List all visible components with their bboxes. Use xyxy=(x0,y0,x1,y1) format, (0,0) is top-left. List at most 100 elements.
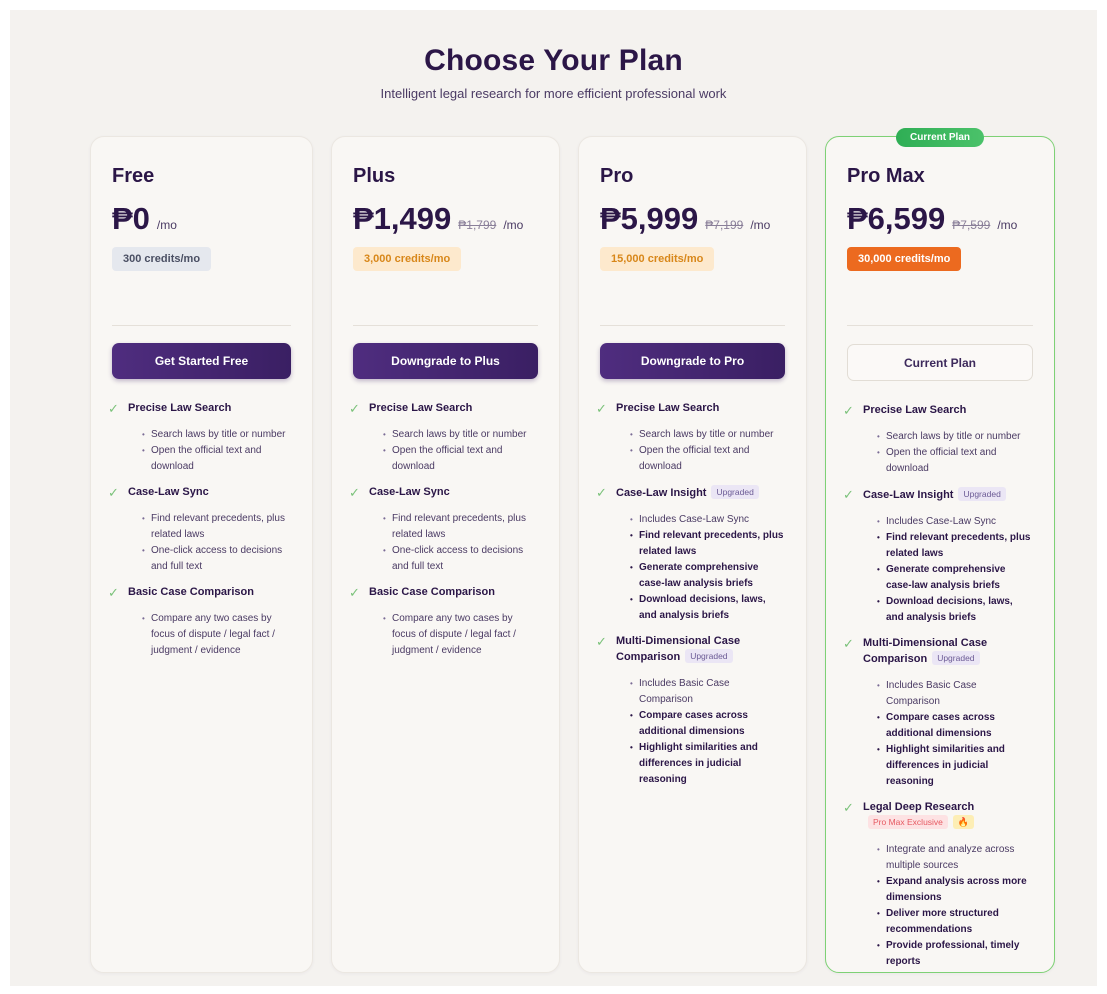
feature-detail: Open the official text and download xyxy=(142,443,291,475)
feature-item: ✓ Precise Law Search Search laws by title … xyxy=(108,401,291,475)
feature-details: Search laws by title or numberOpen the o… xyxy=(863,429,1033,477)
check-icon: ✓ xyxy=(843,403,854,418)
feature-title-text: Basic Case Comparison xyxy=(128,586,254,598)
feature-title: Precise Law Search xyxy=(128,401,291,416)
feature-item: ✓ Basic Case Comparison Compare any two ca… xyxy=(108,585,291,659)
plan-old-price: ₱7,599 xyxy=(952,218,991,232)
price-row: ₱1,499 ₱1,799 /mo xyxy=(353,201,523,237)
credits-badge: 30,000 credits/mo xyxy=(847,247,962,271)
divider xyxy=(600,325,785,326)
feature-detail: Open the official text and download xyxy=(383,443,538,475)
feature-title-text: Basic Case Comparison xyxy=(369,586,495,598)
feature-title: Multi-Dimensional Case Comparison Upgrade… xyxy=(863,636,1033,667)
check-icon: ✓ xyxy=(843,487,854,502)
plan-name: Pro xyxy=(600,165,634,187)
divider xyxy=(112,325,291,326)
credits-badge: 3,000 credits/mo xyxy=(353,247,462,271)
price-period: /mo xyxy=(997,218,1018,232)
feature-details: Search laws by title or numberOpen the o… xyxy=(369,427,538,475)
feature-item: ✓ Case-Law Insight Upgraded Includes Case-L… xyxy=(843,487,1033,626)
feature-title: Basic Case Comparison xyxy=(128,585,291,600)
feature-details: Search laws by title or numberOpen the o… xyxy=(616,427,785,475)
page-subtitle: Intelligent legal research for more effi… xyxy=(380,86,727,101)
feature-title: Case-Law Insight Upgraded xyxy=(616,485,785,501)
check-icon: ✓ xyxy=(349,401,360,416)
feature-details: Includes Basic Case ComparisonCompare ca… xyxy=(863,678,1033,790)
feature-item: ✓ Case-Law Sync Find relevant precedents, … xyxy=(349,485,538,575)
check-icon: ✓ xyxy=(843,636,854,651)
feature-title: Multi-Dimensional Case Comparison Upgrade… xyxy=(616,634,785,665)
feature-title-text: Precise Law Search xyxy=(863,404,967,416)
feature-detail: Open the official text and download xyxy=(630,443,785,475)
feature-title: Precise Law Search xyxy=(863,403,1033,418)
plan-name: Plus xyxy=(353,165,396,187)
feature-title: Case-Law Sync xyxy=(128,485,291,500)
feature-title-text: Precise Law Search xyxy=(369,402,473,414)
check-icon: ✓ xyxy=(596,401,607,416)
feature-detail: Generate comprehensive case-law analysis… xyxy=(877,562,1033,594)
feature-item: ✓ Multi-Dimensional Case Comparison Upgrad… xyxy=(596,634,785,788)
feature-title-text: Case-Law Insight xyxy=(863,489,954,501)
check-icon: ✓ xyxy=(596,485,607,500)
check-icon: ✓ xyxy=(108,485,119,500)
feature-detail: Find relevant precedents, plus related l… xyxy=(142,511,291,543)
feature-detail: One-click access to decisions and full t… xyxy=(142,543,291,575)
upgraded-tag: Upgraded xyxy=(932,651,980,665)
feature-item: ✓ Precise Law Search Search laws by title … xyxy=(349,401,538,475)
feature-detail: Find relevant precedents, plus related l… xyxy=(877,530,1033,562)
feature-item: ✓ Legal Deep Research Pro Max Exclusive 🔥 In… xyxy=(843,800,1033,970)
feature-list: ✓ Precise Law Search Search laws by title … xyxy=(349,401,538,669)
plan-old-price: ₱1,799 xyxy=(458,218,497,232)
plan-name: Free xyxy=(112,165,155,187)
plan-old-price: ₱7,199 xyxy=(705,218,744,232)
feature-item: ✓ Precise Law Search Search laws by title … xyxy=(596,401,785,475)
feature-detail: One-click access to decisions and full t… xyxy=(383,543,538,575)
plan-price: ₱5,999 xyxy=(600,201,699,236)
feature-item: ✓ Precise Law Search Search laws by title … xyxy=(843,403,1033,477)
feature-detail: Find relevant precedents, plus related l… xyxy=(630,528,785,560)
downgrade-to-pro-button[interactable]: Downgrade to Pro xyxy=(600,343,785,379)
price-period: /mo xyxy=(503,218,524,232)
current-plan-button[interactable]: Current Plan xyxy=(847,344,1033,381)
get-started-free-button[interactable]: Get Started Free xyxy=(112,343,291,379)
feature-detail: Highlight similarities and differences i… xyxy=(630,740,785,788)
feature-detail: Expand analysis across more dimensions xyxy=(877,874,1033,906)
check-icon: ✓ xyxy=(596,634,607,649)
divider xyxy=(353,325,538,326)
feature-title-text: Case-Law Sync xyxy=(128,486,209,498)
feature-item: ✓ Basic Case Comparison Compare any two ca… xyxy=(349,585,538,659)
plan-card-pro-max: Current Plan Pro Max ₱6,599 ₱7,599 /mo 3… xyxy=(825,128,1055,973)
feature-title: Basic Case Comparison xyxy=(369,585,538,600)
credits-badge: 15,000 credits/mo xyxy=(600,247,715,271)
plan-price: ₱0 xyxy=(112,201,150,236)
check-icon: ✓ xyxy=(843,800,854,815)
feature-title-text: Legal Deep Research xyxy=(863,801,975,813)
feature-detail: Integrate and analyze across multiple so… xyxy=(877,842,1033,874)
plan-card-plus: Plus ₱1,499 ₱1,799 /mo 3,000 credits/mo … xyxy=(331,136,560,973)
feature-details: Includes Case-Law SyncFind relevant prec… xyxy=(863,514,1033,626)
feature-detail: Includes Basic Case Comparison xyxy=(877,678,1033,710)
plan-card-pro: Pro ₱5,999 ₱7,199 /mo 15,000 credits/mo … xyxy=(578,136,807,973)
feature-detail: Search laws by title or number xyxy=(630,427,785,443)
feature-detail: Includes Case-Law Sync xyxy=(877,514,1033,530)
feature-item: ✓ Multi-Dimensional Case Comparison Upgrad… xyxy=(843,636,1033,790)
feature-detail: Download decisions, laws, and analysis b… xyxy=(877,594,1033,626)
check-icon: ✓ xyxy=(349,585,360,600)
price-row: ₱6,599 ₱7,599 /mo xyxy=(847,201,1017,237)
feature-title-text: Case-Law Insight xyxy=(616,487,707,499)
check-icon: ✓ xyxy=(108,585,119,600)
feature-detail: Includes Basic Case Comparison xyxy=(630,676,785,708)
feature-title: Precise Law Search xyxy=(369,401,538,416)
feature-detail: Includes Case-Law Sync xyxy=(630,512,785,528)
feature-title: Legal Deep Research Pro Max Exclusive 🔥 xyxy=(863,800,1033,831)
upgraded-tag: Upgraded xyxy=(711,485,759,499)
price-period: /mo xyxy=(750,218,771,232)
feature-detail: Deliver more structured recommendations xyxy=(877,906,1033,938)
feature-detail: Compare any two cases by focus of disput… xyxy=(142,611,291,659)
feature-title: Case-Law Insight Upgraded xyxy=(863,487,1033,503)
feature-list: ✓ Precise Law Search Search laws by title … xyxy=(596,401,785,798)
feature-detail: Search laws by title or number xyxy=(142,427,291,443)
feature-detail: Compare any two cases by focus of disput… xyxy=(383,611,538,659)
downgrade-to-plus-button[interactable]: Downgrade to Plus xyxy=(353,343,538,379)
feature-detail: Open the official text and download xyxy=(877,445,1033,477)
